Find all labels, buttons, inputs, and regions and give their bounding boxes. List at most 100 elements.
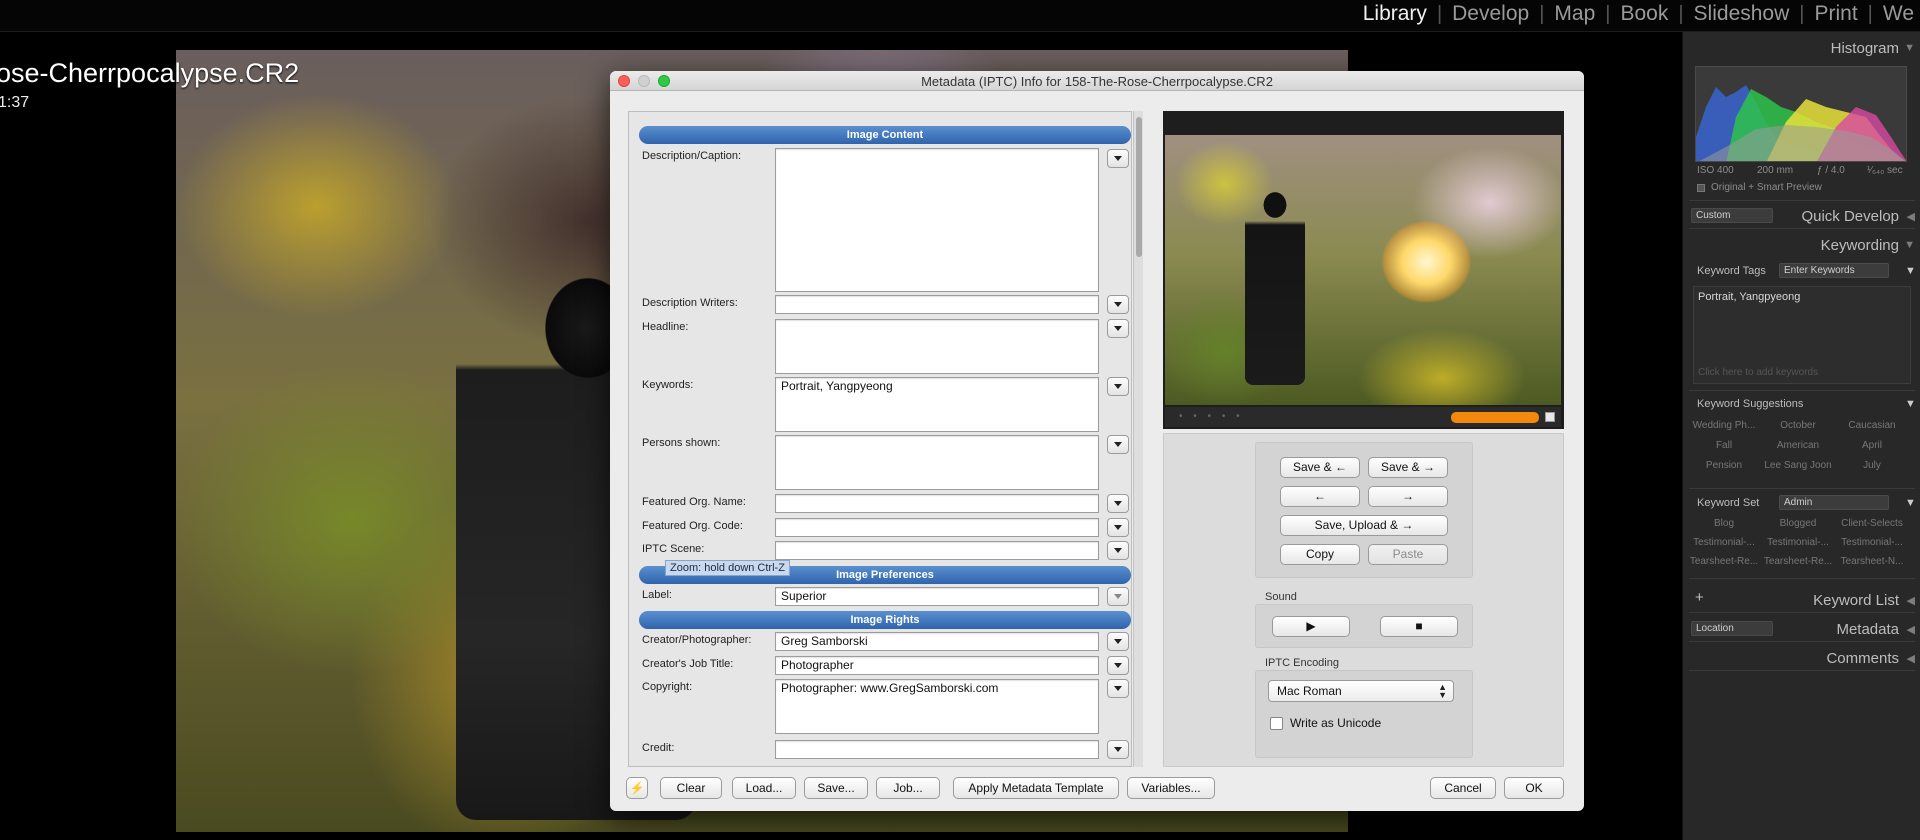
headline-field[interactable] bbox=[775, 319, 1099, 374]
expand-triangle-icon: ◀ bbox=[1906, 595, 1915, 607]
save-next-button[interactable]: Save & → bbox=[1368, 457, 1448, 478]
job-button[interactable]: Job... bbox=[876, 777, 940, 799]
featured-org-name-dropdown[interactable] bbox=[1107, 494, 1129, 513]
bolt-button[interactable]: ⚡ bbox=[626, 777, 648, 799]
section-image-rights[interactable]: Image Rights bbox=[639, 611, 1131, 629]
headline-dropdown[interactable] bbox=[1107, 319, 1129, 338]
label-field[interactable]: Superior bbox=[775, 587, 1099, 606]
keywords-field[interactable]: Portrait, Yangpyeong bbox=[775, 377, 1099, 432]
copyright-field[interactable]: Photographer: www.GregSamborski.com bbox=[775, 679, 1099, 734]
featured-org-name-field[interactable] bbox=[775, 494, 1099, 513]
section-image-content[interactable]: Image Content bbox=[639, 126, 1131, 144]
copy-button[interactable]: Copy bbox=[1280, 544, 1360, 565]
stop-sound-button[interactable]: ■ bbox=[1380, 616, 1458, 637]
keyword-set-item[interactable]: Testimonial-... bbox=[1687, 537, 1761, 548]
paste-button[interactable]: Paste bbox=[1368, 544, 1448, 565]
keyword-suggestion[interactable]: October bbox=[1761, 420, 1835, 431]
featured-org-code-label: Featured Org. Code: bbox=[642, 520, 743, 532]
quick-develop-header[interactable]: Quick Develop ◀ bbox=[1683, 204, 1920, 228]
featured-org-code-dropdown[interactable] bbox=[1107, 518, 1129, 537]
keywords-dropdown[interactable] bbox=[1107, 377, 1129, 396]
form-scrollbar[interactable] bbox=[1133, 111, 1143, 767]
next-button[interactable]: → bbox=[1368, 486, 1448, 507]
credit-field[interactable] bbox=[775, 740, 1099, 759]
keyword-suggestion[interactable]: Lee Sang Joon bbox=[1761, 460, 1835, 471]
label-label: Label: bbox=[642, 589, 672, 601]
job-title-dropdown[interactable] bbox=[1107, 656, 1129, 675]
module-map[interactable]: Map bbox=[1548, 2, 1601, 26]
persons-shown-dropdown[interactable] bbox=[1107, 435, 1129, 454]
load-button[interactable]: Load... bbox=[732, 777, 796, 799]
persons-shown-field[interactable] bbox=[775, 435, 1099, 490]
comments-header[interactable]: Comments ◀ bbox=[1683, 646, 1920, 670]
smart-preview-status[interactable]: Original + Smart Preview bbox=[1711, 182, 1822, 193]
previous-button[interactable]: ← bbox=[1280, 486, 1360, 507]
keyword-set-item[interactable]: Tearsheet-Re... bbox=[1687, 556, 1761, 567]
histogram-header[interactable]: Histogram ▼ bbox=[1683, 36, 1920, 60]
dialog-titlebar[interactable]: Metadata (IPTC) Info for 158-The-Rose-Ch… bbox=[610, 71, 1584, 91]
keyword-suggestion[interactable]: Pension bbox=[1687, 460, 1761, 471]
keyword-set-item[interactable]: Testimonial-... bbox=[1835, 537, 1909, 548]
keyword-suggestion[interactable]: April bbox=[1835, 440, 1909, 451]
keyword-set-item[interactable]: Tearsheet-Re... bbox=[1761, 556, 1835, 567]
ok-button[interactable]: OK bbox=[1504, 777, 1564, 799]
description-writers-dropdown[interactable] bbox=[1107, 295, 1129, 314]
histogram-shutter: ¹⁄₆₄₀ sec bbox=[1867, 165, 1903, 176]
play-sound-button[interactable]: ▶ bbox=[1272, 616, 1350, 637]
featured-org-code-field[interactable] bbox=[775, 518, 1099, 537]
creator-field[interactable]: Greg Samborski bbox=[775, 632, 1099, 651]
keyword-suggestion[interactable]: Wedding Ph... bbox=[1687, 420, 1761, 431]
job-title-field[interactable]: Photographer bbox=[775, 656, 1099, 675]
preview-image[interactable] bbox=[1165, 135, 1561, 405]
save-upload-next-button[interactable]: Save, Upload & → bbox=[1280, 515, 1448, 536]
keyword-set-item[interactable]: Tearsheet-N... bbox=[1835, 556, 1909, 567]
histogram-aperture: ƒ / 4.0 bbox=[1817, 165, 1845, 176]
keyword-tags-field[interactable]: Portrait, Yangpyeong Click here to add k… bbox=[1693, 286, 1911, 384]
keyword-set-item[interactable]: Testimonial-... bbox=[1761, 537, 1835, 548]
divider bbox=[1689, 578, 1915, 579]
creator-dropdown[interactable] bbox=[1107, 632, 1129, 651]
credit-dropdown[interactable] bbox=[1107, 740, 1129, 759]
module-develop[interactable]: Develop bbox=[1446, 2, 1535, 26]
variables-button[interactable]: Variables... bbox=[1127, 777, 1215, 799]
keyword-set-item[interactable]: Blog bbox=[1687, 518, 1761, 529]
preview-toggle[interactable] bbox=[1545, 412, 1555, 422]
keyword-set-item[interactable]: Blogged bbox=[1761, 518, 1835, 529]
keywording-header[interactable]: Keywording ▼ bbox=[1683, 233, 1920, 257]
module-book[interactable]: Book bbox=[1614, 2, 1674, 26]
metadata-title: Metadata bbox=[1836, 621, 1899, 638]
encoding-select[interactable]: Mac Roman ▲ ▼ bbox=[1268, 680, 1454, 702]
save-previous-button[interactable]: Save & ← bbox=[1280, 457, 1360, 478]
iptc-scene-field[interactable] bbox=[775, 541, 1099, 560]
keyword-set-select[interactable]: Admin bbox=[1779, 495, 1889, 510]
preview-dots: • • • • • bbox=[1179, 411, 1244, 422]
clear-button[interactable]: Clear bbox=[660, 777, 722, 799]
label-dropdown[interactable] bbox=[1107, 587, 1129, 606]
keyword-suggestion[interactable]: American bbox=[1761, 440, 1835, 451]
navigation-group: Save & ← Save & → ← → Save, Upload & → C… bbox=[1255, 442, 1473, 578]
keyword-suggestion[interactable]: Caucasian bbox=[1835, 420, 1909, 431]
module-web[interactable]: We bbox=[1877, 2, 1920, 26]
expand-triangle-icon: ◀ bbox=[1906, 624, 1915, 636]
module-slideshow[interactable]: Slideshow bbox=[1688, 2, 1796, 26]
write-unicode-checkbox[interactable] bbox=[1270, 717, 1283, 730]
cancel-button[interactable]: Cancel bbox=[1430, 777, 1496, 799]
keyword-add-hint[interactable]: Click here to add keywords bbox=[1698, 367, 1818, 378]
metadata-header[interactable]: Metadata ◀ bbox=[1683, 617, 1920, 641]
module-library[interactable]: Library bbox=[1357, 2, 1433, 26]
form-scrollbar-thumb[interactable] bbox=[1136, 117, 1142, 257]
keyword-tags-mode-select[interactable]: Enter Keywords bbox=[1779, 263, 1889, 278]
keyword-list-header[interactable]: Keyword List ◀ bbox=[1683, 588, 1920, 612]
apply-metadata-template-button[interactable]: Apply Metadata Template bbox=[953, 777, 1119, 799]
description-field[interactable] bbox=[775, 148, 1099, 292]
description-dropdown[interactable] bbox=[1107, 149, 1129, 168]
keyword-suggestion[interactable]: July bbox=[1835, 460, 1909, 471]
save-button[interactable]: Save... bbox=[804, 777, 868, 799]
keyword-set-item[interactable]: Client-Selects bbox=[1835, 518, 1909, 529]
module-print[interactable]: Print bbox=[1808, 2, 1863, 26]
keyword-suggestion[interactable]: Fall bbox=[1687, 440, 1761, 451]
copyright-dropdown[interactable] bbox=[1107, 679, 1129, 698]
histogram-chart[interactable] bbox=[1695, 66, 1907, 162]
description-writers-field[interactable] bbox=[775, 295, 1099, 314]
iptc-scene-dropdown[interactable] bbox=[1107, 541, 1129, 560]
